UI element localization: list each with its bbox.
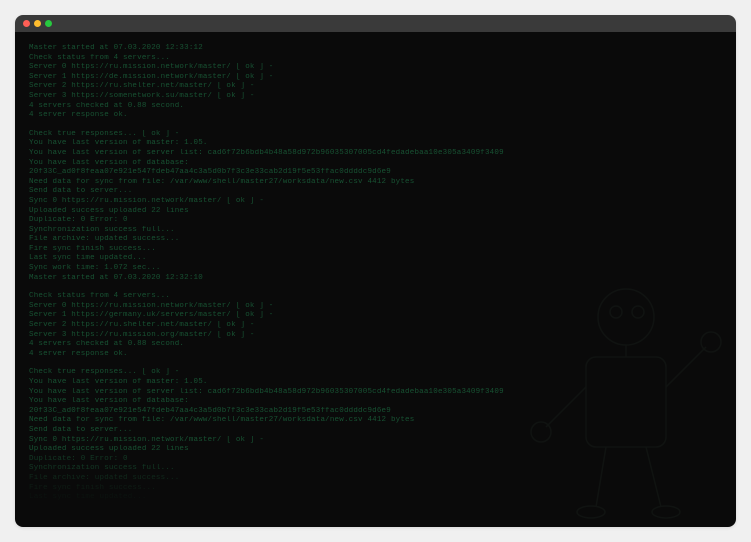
close-icon[interactable] [23, 20, 30, 27]
terminal-line: Uploaded success uploaded 22 lines [29, 445, 722, 455]
terminal-line: File archive: updated success... [29, 474, 722, 484]
terminal-line: Check status from 4 servers... [29, 292, 722, 302]
terminal-line: Need data for sync from file: /var/www/s… [29, 178, 722, 188]
terminal-line: Server 1 https://de.mission.network/mast… [29, 73, 722, 83]
terminal-line: Last sync time updated... [29, 493, 722, 503]
terminal-line: Fire sync finish success... [29, 484, 722, 494]
terminal-line: Check true responses... [ ok ] - [29, 368, 722, 378]
terminal-window: Master started at 07.03.2020 12:33:12Che… [15, 15, 736, 527]
terminal-line: Server 3 https://ru.mission.org/master/ … [29, 331, 722, 341]
terminal-body[interactable]: Master started at 07.03.2020 12:33:12Che… [15, 32, 736, 527]
terminal-line: 20f33C_ad0f8feaa07e921e547fdeb47aa4c3a5d… [29, 407, 722, 417]
terminal-line: Fire sync finish success... [29, 245, 722, 255]
terminal-line: Server 0 https://ru.mission.network/mast… [29, 63, 722, 73]
terminal-line: 4 server response ok. [29, 111, 722, 121]
terminal-line: 4 servers checked at 0.88 second. [29, 102, 722, 112]
terminal-line: Server 0 https://ru.mission.network/mast… [29, 302, 722, 312]
terminal-line: Master started at 07.03.2020 12:32:10 [29, 274, 722, 284]
terminal-line: You have last version of database: [29, 159, 722, 169]
terminal-line: You have last version of server list: ca… [29, 149, 722, 159]
minimize-icon[interactable] [34, 20, 41, 27]
terminal-line: Check status from 4 servers... [29, 54, 722, 64]
titlebar [15, 15, 736, 32]
terminal-line: Sync 0 https://ru.mission.network/master… [29, 436, 722, 446]
terminal-line: Server 2 https://ru.shelter.net/master/ … [29, 82, 722, 92]
terminal-line: Duplicate: 0 Error: 0 [29, 216, 722, 226]
terminal-line: Sync work time: 1.072 sec... [29, 264, 722, 274]
terminal-output: Master started at 07.03.2020 12:33:12Che… [29, 44, 722, 503]
terminal-line: You have last version of database: [29, 397, 722, 407]
terminal-line: Duplicate: 0 Error: 0 [29, 455, 722, 465]
terminal-line: Uploaded success uploaded 22 lines [29, 207, 722, 217]
terminal-line: 4 server response ok. [29, 350, 722, 360]
terminal-line: Server 2 https://ru.shelter.net/master/ … [29, 321, 722, 331]
terminal-line: Send data to server... [29, 187, 722, 197]
terminal-line: Master started at 07.03.2020 12:33:12 [29, 44, 722, 54]
terminal-line: Synchronization success full... [29, 226, 722, 236]
terminal-line: You have last version of master: 1.05. [29, 378, 722, 388]
terminal-line: You have last version of server list: ca… [29, 388, 722, 398]
terminal-line: Server 1 https://germany.uk/servers/mast… [29, 311, 722, 321]
terminal-line [29, 359, 722, 368]
terminal-line [29, 121, 722, 130]
terminal-line: 4 servers checked at 0.88 second. [29, 340, 722, 350]
terminal-line: Last sync time updated... [29, 254, 722, 264]
terminal-line: 20f33C_ad0f8feaa07e921e547fdeb47aa4c3a5d… [29, 168, 722, 178]
terminal-line: Send data to server... [29, 426, 722, 436]
terminal-line [29, 283, 722, 292]
terminal-line: Check true responses... [ ok ] - [29, 130, 722, 140]
terminal-line: File archive: updated success... [29, 235, 722, 245]
terminal-line: Server 3 https://somenetwork.su/master/ … [29, 92, 722, 102]
maximize-icon[interactable] [45, 20, 52, 27]
terminal-line: Synchronization success full... [29, 464, 722, 474]
terminal-line: Sync 0 https://ru.mission.network/master… [29, 197, 722, 207]
terminal-line: Need data for sync from file: /var/www/s… [29, 416, 722, 426]
terminal-line: You have last version of master: 1.05. [29, 139, 722, 149]
